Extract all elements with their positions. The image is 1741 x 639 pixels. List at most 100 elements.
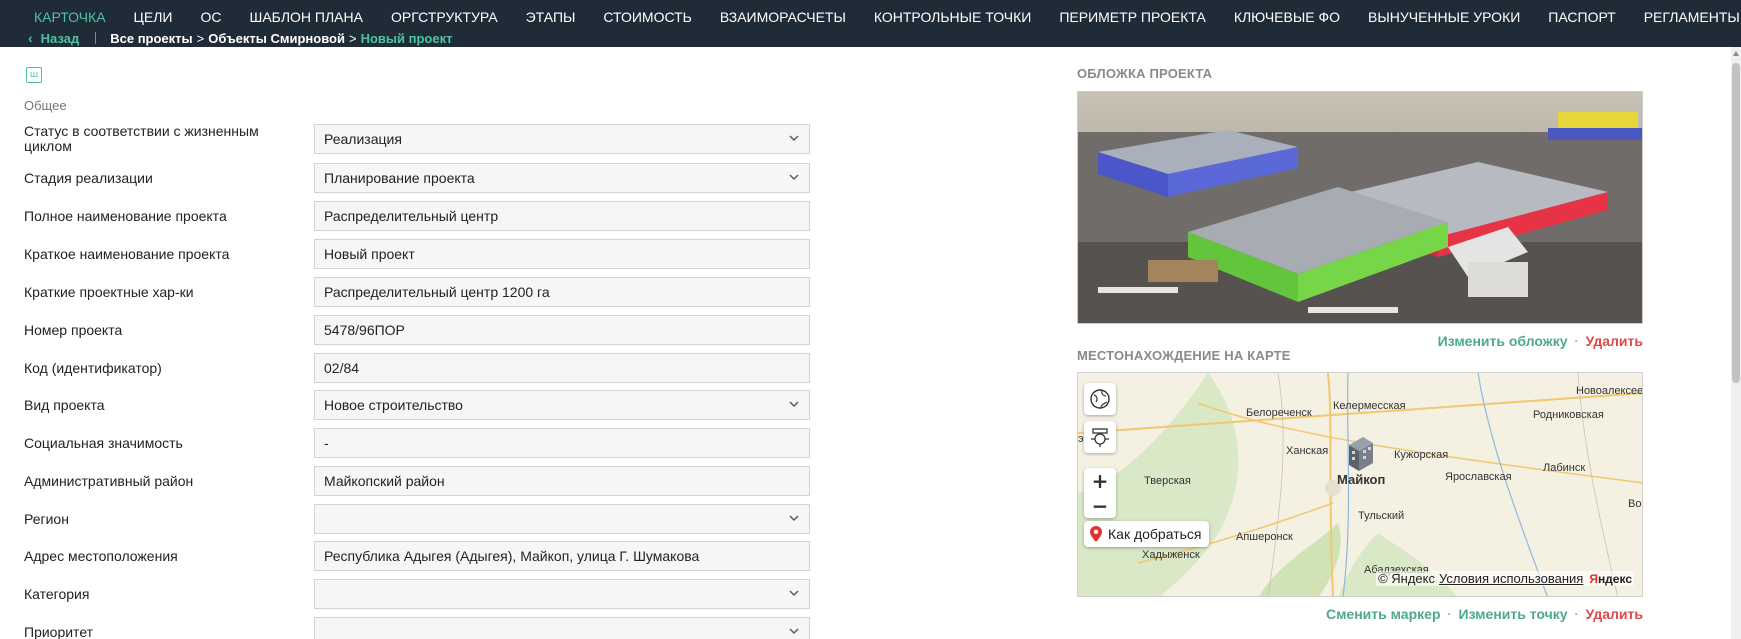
- field-value: Новое строительство: [324, 397, 463, 413]
- social-significance-input[interactable]: -: [314, 428, 810, 458]
- form-row-code: Код (идентификатор) 02/84: [24, 353, 810, 383]
- map-copyright: © Яндекс: [1378, 571, 1436, 586]
- map-town-label: Воз: [1628, 498, 1642, 510]
- location-pin-icon: [1090, 526, 1102, 542]
- chevron-down-icon: [789, 513, 799, 523]
- tab-os[interactable]: ОС: [186, 0, 235, 34]
- scroll-up-icon[interactable]: [1732, 50, 1740, 58]
- tab-key-fo[interactable]: Ключевые ФО: [1220, 0, 1354, 34]
- change-marker-button[interactable]: Сменить маркер: [1326, 606, 1441, 622]
- cover-actions: Изменить обложку · Удалить: [1438, 333, 1643, 349]
- map-traffic-button[interactable]: [1084, 421, 1116, 453]
- short-name-input[interactable]: Новый проект: [314, 239, 810, 269]
- form-row-priority: Приоритет: [24, 617, 810, 639]
- field-value: Распределительный центр: [324, 208, 499, 224]
- chevron-down-icon: [789, 172, 799, 182]
- map-town-label: Ханская: [1286, 445, 1329, 457]
- form-row-stage: Стадия реализации Планирование проекта: [24, 163, 810, 193]
- scrollbar-thumb[interactable]: [1732, 63, 1740, 383]
- breadcrumb-all-projects[interactable]: Все проекты: [110, 31, 192, 46]
- map-town-label: Кужорская: [1394, 449, 1449, 461]
- stage-select[interactable]: Планирование проекта: [314, 163, 810, 193]
- tab-regulations[interactable]: Регламенты: [1630, 0, 1741, 34]
- tab-plan-template[interactable]: Шаблон плана: [235, 0, 376, 34]
- back-button[interactable]: ‹ Назад: [28, 30, 79, 46]
- delete-cover-button[interactable]: Удалить: [1586, 333, 1643, 349]
- map-town-label: Апшеронск: [1236, 531, 1293, 543]
- traffic-icon: [1091, 428, 1109, 447]
- tab-stages[interactable]: Этапы: [512, 0, 590, 34]
- tab-org-structure[interactable]: Оргструктура: [377, 0, 512, 34]
- field-label: Категория: [24, 585, 90, 602]
- cover-title: Обложка проекта: [1077, 66, 1213, 81]
- map-terms-link[interactable]: Условия использования: [1439, 571, 1583, 586]
- tab-cost[interactable]: Стоимость: [589, 0, 705, 34]
- yandex-map[interactable]: Новоалексеевская Белореченск Келермесска…: [1077, 372, 1643, 597]
- form-row-region: Регион: [24, 504, 810, 534]
- action-separator: ·: [1574, 334, 1579, 348]
- form-row-full-name: Полное наименование проекта Распределите…: [24, 201, 810, 231]
- tab-settlements[interactable]: Взаиморасчеты: [706, 0, 860, 34]
- district-input[interactable]: Майкопский район: [314, 466, 810, 496]
- breadcrumb-smirnova-objects[interactable]: Объекты Смирновой: [208, 31, 345, 46]
- page-scrollbar[interactable]: [1731, 47, 1741, 639]
- form-row-short-name: Краткое наименование проекта Новый проек…: [24, 239, 810, 269]
- lifecycle-status-select[interactable]: Реализация: [314, 124, 810, 154]
- form-row-project-type: Вид проекта Новое строительство: [24, 390, 810, 420]
- form-row-address: Адрес местоположения Республика Адыгея (…: [24, 541, 810, 571]
- map-attribution: © Яндекс Условия использования Яндекс: [1376, 571, 1634, 586]
- map-town-label: Хадыженск: [1142, 549, 1200, 561]
- form-row-project-number: Номер проекта 5478/96ПОР: [24, 315, 810, 345]
- field-value: -: [324, 435, 329, 451]
- directions-label: Как добраться: [1108, 526, 1202, 542]
- field-value: Реализация: [324, 131, 402, 147]
- globe-icon: [1090, 389, 1110, 409]
- zoom-in-button[interactable]: +: [1084, 468, 1116, 493]
- field-value: 5478/96ПОР: [324, 322, 405, 338]
- yandex-logo[interactable]: Яндекс: [1589, 572, 1632, 586]
- field-label: Вид проекта: [24, 396, 105, 413]
- form-row-lifecycle-status: Статус в соответствии с жизненным циклом…: [24, 124, 810, 154]
- project-type-select[interactable]: Новое строительство: [314, 390, 810, 420]
- breadcrumb-current: Новый проект: [360, 30, 453, 46]
- tab-goals[interactable]: Цели: [120, 0, 187, 34]
- tab-checkpoints[interactable]: Контрольные точки: [860, 0, 1045, 34]
- field-label: Краткое наименование проекта: [24, 245, 230, 262]
- change-point-button[interactable]: Изменить точку: [1459, 606, 1568, 622]
- field-label: Полное наименование проекта: [24, 207, 227, 224]
- tab-passport[interactable]: Паспорт: [1534, 0, 1629, 34]
- map-title: Местонахождение на карте: [1077, 348, 1291, 363]
- breadcrumb: ‹ Назад Все проекты > Объекты Смирновой …: [28, 30, 452, 46]
- code-input[interactable]: 02/84: [314, 353, 810, 383]
- chevron-down-icon: [789, 133, 799, 143]
- form-row-category: Категория: [24, 579, 810, 609]
- change-cover-button[interactable]: Изменить обложку: [1438, 333, 1568, 349]
- map-town-label: Тверская: [1144, 475, 1191, 487]
- breadcrumb-separator: >: [348, 30, 357, 46]
- address-input[interactable]: Республика Адыгея (Адыгея), Майкоп, улиц…: [314, 541, 810, 571]
- building-marker-icon[interactable]: [1345, 435, 1375, 473]
- tab-project-perimeter[interactable]: Периметр проекта: [1045, 0, 1219, 34]
- field-label: Статус в соответствии с жизненным циклом: [24, 123, 259, 154]
- priority-select[interactable]: [314, 617, 810, 639]
- cover-image: [1077, 91, 1643, 324]
- field-label: Код (идентификатор): [24, 359, 162, 376]
- field-value: Планирование проекта: [324, 170, 475, 186]
- tab-card[interactable]: Карточка: [20, 0, 120, 34]
- field-label: Адрес местоположения: [24, 547, 178, 564]
- field-label: Административный район: [24, 472, 194, 489]
- field-label: Регион: [24, 510, 69, 527]
- tab-lessons[interactable]: Вынученные уроки: [1354, 0, 1534, 34]
- characteristics-input[interactable]: Распределительный центр 1200 га: [314, 277, 810, 307]
- project-number-input[interactable]: 5478/96ПОР: [314, 315, 810, 345]
- directions-button[interactable]: Как добраться: [1084, 521, 1210, 547]
- document-icon[interactable]: ш: [26, 67, 42, 83]
- map-layers-button[interactable]: [1084, 383, 1116, 415]
- category-select[interactable]: [314, 579, 810, 609]
- zoom-out-button[interactable]: −: [1084, 493, 1116, 518]
- delete-location-button[interactable]: Удалить: [1586, 606, 1643, 622]
- full-name-input[interactable]: Распределительный центр: [314, 201, 810, 231]
- chevron-left-icon: ‹: [28, 30, 33, 46]
- region-select[interactable]: [314, 504, 810, 534]
- field-value: Республика Адыгея (Адыгея), Майкоп, улиц…: [324, 548, 700, 564]
